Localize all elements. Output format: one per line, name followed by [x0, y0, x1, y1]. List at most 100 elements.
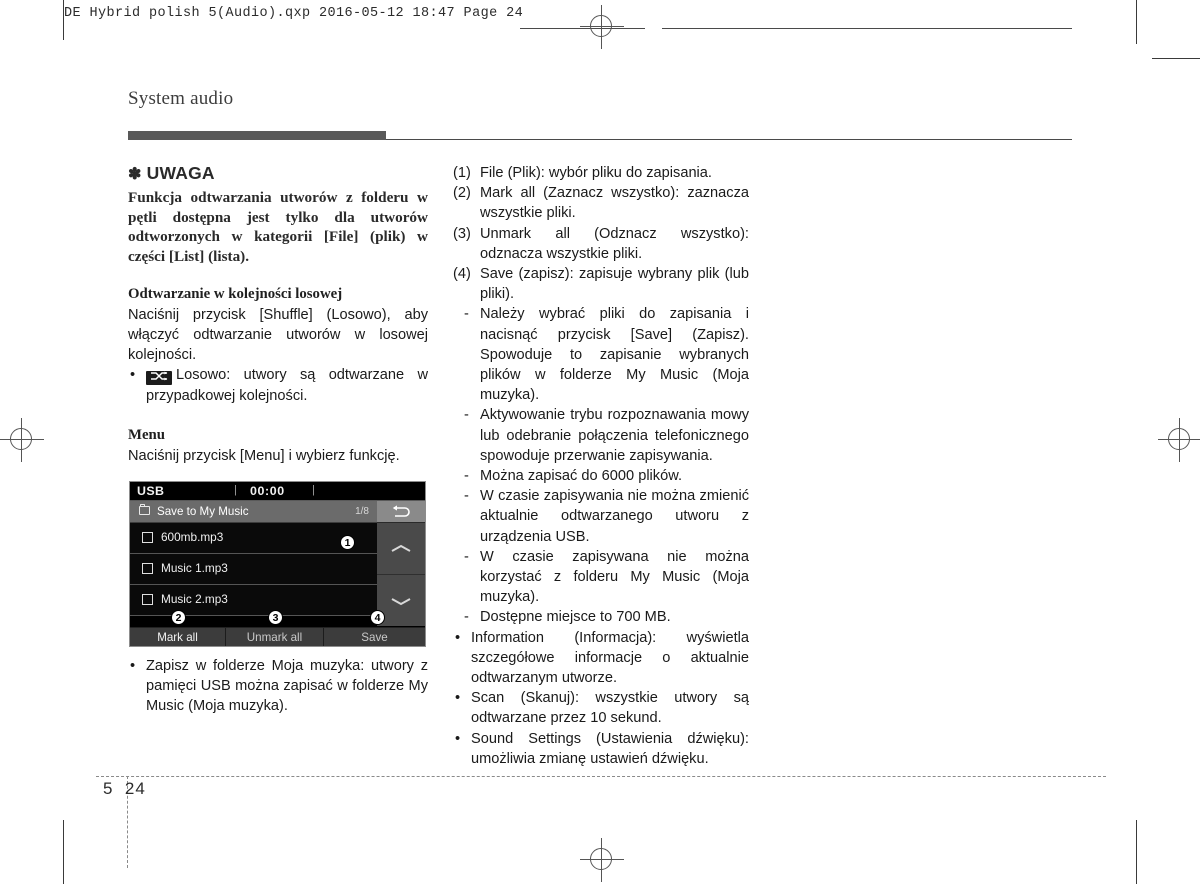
shuffle-bullet-text: Losowo: utwory są odtwarzane w przypadko… — [146, 367, 428, 404]
file-name: Music 2.mp3 — [161, 592, 228, 606]
closing-bullet-list: • Zapisz w folderze Moja muzyka: utwory … — [128, 656, 428, 717]
checkbox-unchecked-icon[interactable] — [142, 594, 153, 605]
slug-underline-far-right — [662, 28, 1072, 29]
page-number-value: 24 — [124, 779, 146, 798]
callout-badge-1: 1 — [340, 535, 355, 550]
item-text: Należy wybrać pliki do zapisania i nacis… — [480, 306, 749, 404]
registration-mark-left-middle — [0, 418, 44, 462]
left-column-closing: • Zapisz w folderze Moja muzyka: utwory … — [128, 656, 428, 717]
status-separator-2: | — [312, 484, 315, 496]
list-item: • Losowo: utwory są odtwarzane w przypad… — [128, 365, 428, 405]
back-arrow-icon — [392, 505, 410, 517]
item-text: Scan (Skanuj): wszystkie utwory są odtwa… — [471, 690, 749, 727]
back-button[interactable] — [377, 501, 425, 523]
dash-marker: - — [464, 468, 469, 485]
device-list-title: Save to My Music — [157, 505, 249, 518]
callout-badge-3: 3 — [268, 610, 283, 625]
registration-mark-bottom-center — [580, 838, 624, 882]
device-main-area: Save to My Music 1/8 600mb.mp3 Music 1.m… — [130, 501, 425, 627]
dash-marker: - — [464, 488, 469, 505]
list-item: • Sound Settings (Ustawienia dźwięku): u… — [453, 729, 749, 769]
item-text: W czasie zapisywania nie można zmienić a… — [480, 488, 749, 545]
folder-icon — [139, 503, 150, 515]
list-item: (2) Mark all (Zaznacz wszystko): zaznacz… — [453, 183, 749, 223]
item-number: (1) — [453, 165, 471, 181]
right-column: (1) File (Plik): wybór pliku do zapisani… — [453, 163, 749, 769]
checkbox-unchecked-icon[interactable] — [142, 532, 153, 543]
list-item: - Aktywowanie trybu rozpoznawania mowy l… — [462, 405, 749, 466]
list-item[interactable]: Music 2.mp3 — [130, 585, 377, 616]
mark-all-button[interactable]: Mark all — [130, 628, 226, 646]
list-item: (3) Unmark all (Odznacz wszystko): odzna… — [453, 224, 749, 264]
device-status-bar: USB | 00:00 | — [130, 482, 425, 501]
left-column: ✽ UWAGA Funkcja odtwarzania utworów z fo… — [128, 163, 428, 466]
page-number: 5 24 — [103, 779, 146, 799]
item-number: (2) — [453, 185, 471, 202]
item-text: Unmark all (Odznacz wszystko): odznacza … — [480, 225, 749, 262]
bullet-dot: • — [130, 658, 136, 674]
file-name: 600mb.mp3 — [161, 530, 224, 544]
chevron-down-icon — [391, 598, 411, 606]
device-source-label: USB — [137, 484, 165, 498]
scroll-up-button[interactable] — [377, 523, 425, 575]
bullet-dot: • — [455, 730, 461, 747]
item-number: (3) — [453, 225, 471, 242]
page-title: System audio — [128, 88, 234, 109]
item-text: W czasie zapisywana nie można korzystać … — [480, 548, 749, 606]
note-heading-label: UWAGA — [146, 163, 215, 183]
dash-list: - Należy wybrać pliki do zapisania i nac… — [453, 304, 749, 627]
print-slug: DE Hybrid polish 5(Audio).qxp 2016-05-12… — [64, 6, 524, 21]
item-text: File (Plik): wybór pliku do zapisania. — [480, 165, 712, 181]
closing-bullet-text: Zapisz w folderze Moja muzyka: utwory z … — [146, 658, 428, 715]
menu-paragraph: Naciśnij przycisk [Menu] i wybierz funkc… — [128, 448, 400, 464]
registration-mark-right-middle — [1158, 418, 1200, 462]
checkbox-unchecked-icon[interactable] — [142, 563, 153, 574]
crop-mark-bottom-left-vertical — [63, 820, 64, 884]
unmark-all-button[interactable]: Unmark all — [226, 628, 324, 646]
chevron-up-icon — [391, 544, 411, 552]
item-text: Information (Informacja): wyświetla szcz… — [471, 629, 749, 687]
list-item: - Można zapisać do 6000 plików. — [462, 466, 749, 486]
callout-badge-2: 2 — [171, 610, 186, 625]
shuffle-bullet-list: • Losowo: utwory są odtwarzane w przypad… — [128, 365, 428, 405]
list-item: - Dostępne miejsce to 700 MB. — [462, 607, 749, 627]
crop-mark-top-right-vertical — [1136, 0, 1137, 44]
registration-mark-top-center — [580, 5, 624, 49]
bullet-dot: • — [130, 367, 136, 384]
list-item: - Należy wybrać pliki do zapisania i nac… — [462, 304, 749, 405]
callout-badge-4: 4 — [370, 610, 385, 625]
item-text: Mark all (Zaznacz wszystko): zaznacza ws… — [480, 185, 749, 222]
asterisk-icon: ✽ — [128, 166, 142, 183]
shuffle-paragraph: Naciśnij przycisk [Shuffle] (Losowo), ab… — [128, 306, 428, 364]
device-side-controls — [377, 501, 425, 627]
menu-heading: Menu — [128, 426, 165, 443]
list-item: (1) File (Plik): wybór pliku do zapisani… — [453, 163, 749, 183]
item-text: Dostępne miejsce to 700 MB. — [480, 609, 671, 626]
right-bullet-list: • Information (Informacja): wyświetla sz… — [453, 628, 749, 769]
dash-marker: - — [464, 548, 469, 565]
item-text: Można zapisać do 6000 plików. — [480, 468, 683, 485]
device-file-list: Save to My Music 1/8 600mb.mp3 Music 1.m… — [130, 501, 377, 616]
device-bottom-buttons: Mark all Unmark all Save — [130, 627, 425, 646]
status-separator-1: | — [234, 484, 237, 496]
list-item: (4) Save (zapisz): zapisuje wybrany plik… — [453, 264, 749, 304]
footer-crop-line-horizontal — [96, 776, 1106, 777]
item-text: Sound Settings (Ustawienia dźwięku): umo… — [471, 730, 749, 767]
title-rule — [386, 139, 1072, 140]
dash-marker: - — [464, 407, 469, 424]
list-item[interactable]: Music 1.mp3 — [130, 554, 377, 585]
numbered-list: (1) File (Plik): wybór pliku do zapisani… — [453, 163, 749, 304]
save-button[interactable]: Save — [324, 628, 425, 646]
chapter-number: 5 — [103, 779, 114, 798]
crop-mark-top-right-horizontal — [1152, 58, 1200, 59]
bullet-dot: • — [455, 629, 461, 646]
shuffle-icon — [146, 371, 172, 386]
dash-marker: - — [464, 306, 469, 323]
note-heading: ✽ UWAGA — [128, 163, 428, 185]
bullet-dot: • — [455, 690, 461, 707]
dash-marker: - — [464, 609, 469, 626]
device-playback-time: 00:00 — [250, 484, 285, 498]
title-accent-bar — [128, 131, 386, 140]
list-item: • Scan (Skanuj): wszystkie utwory są odt… — [453, 688, 749, 728]
file-name: Music 1.mp3 — [161, 561, 228, 575]
